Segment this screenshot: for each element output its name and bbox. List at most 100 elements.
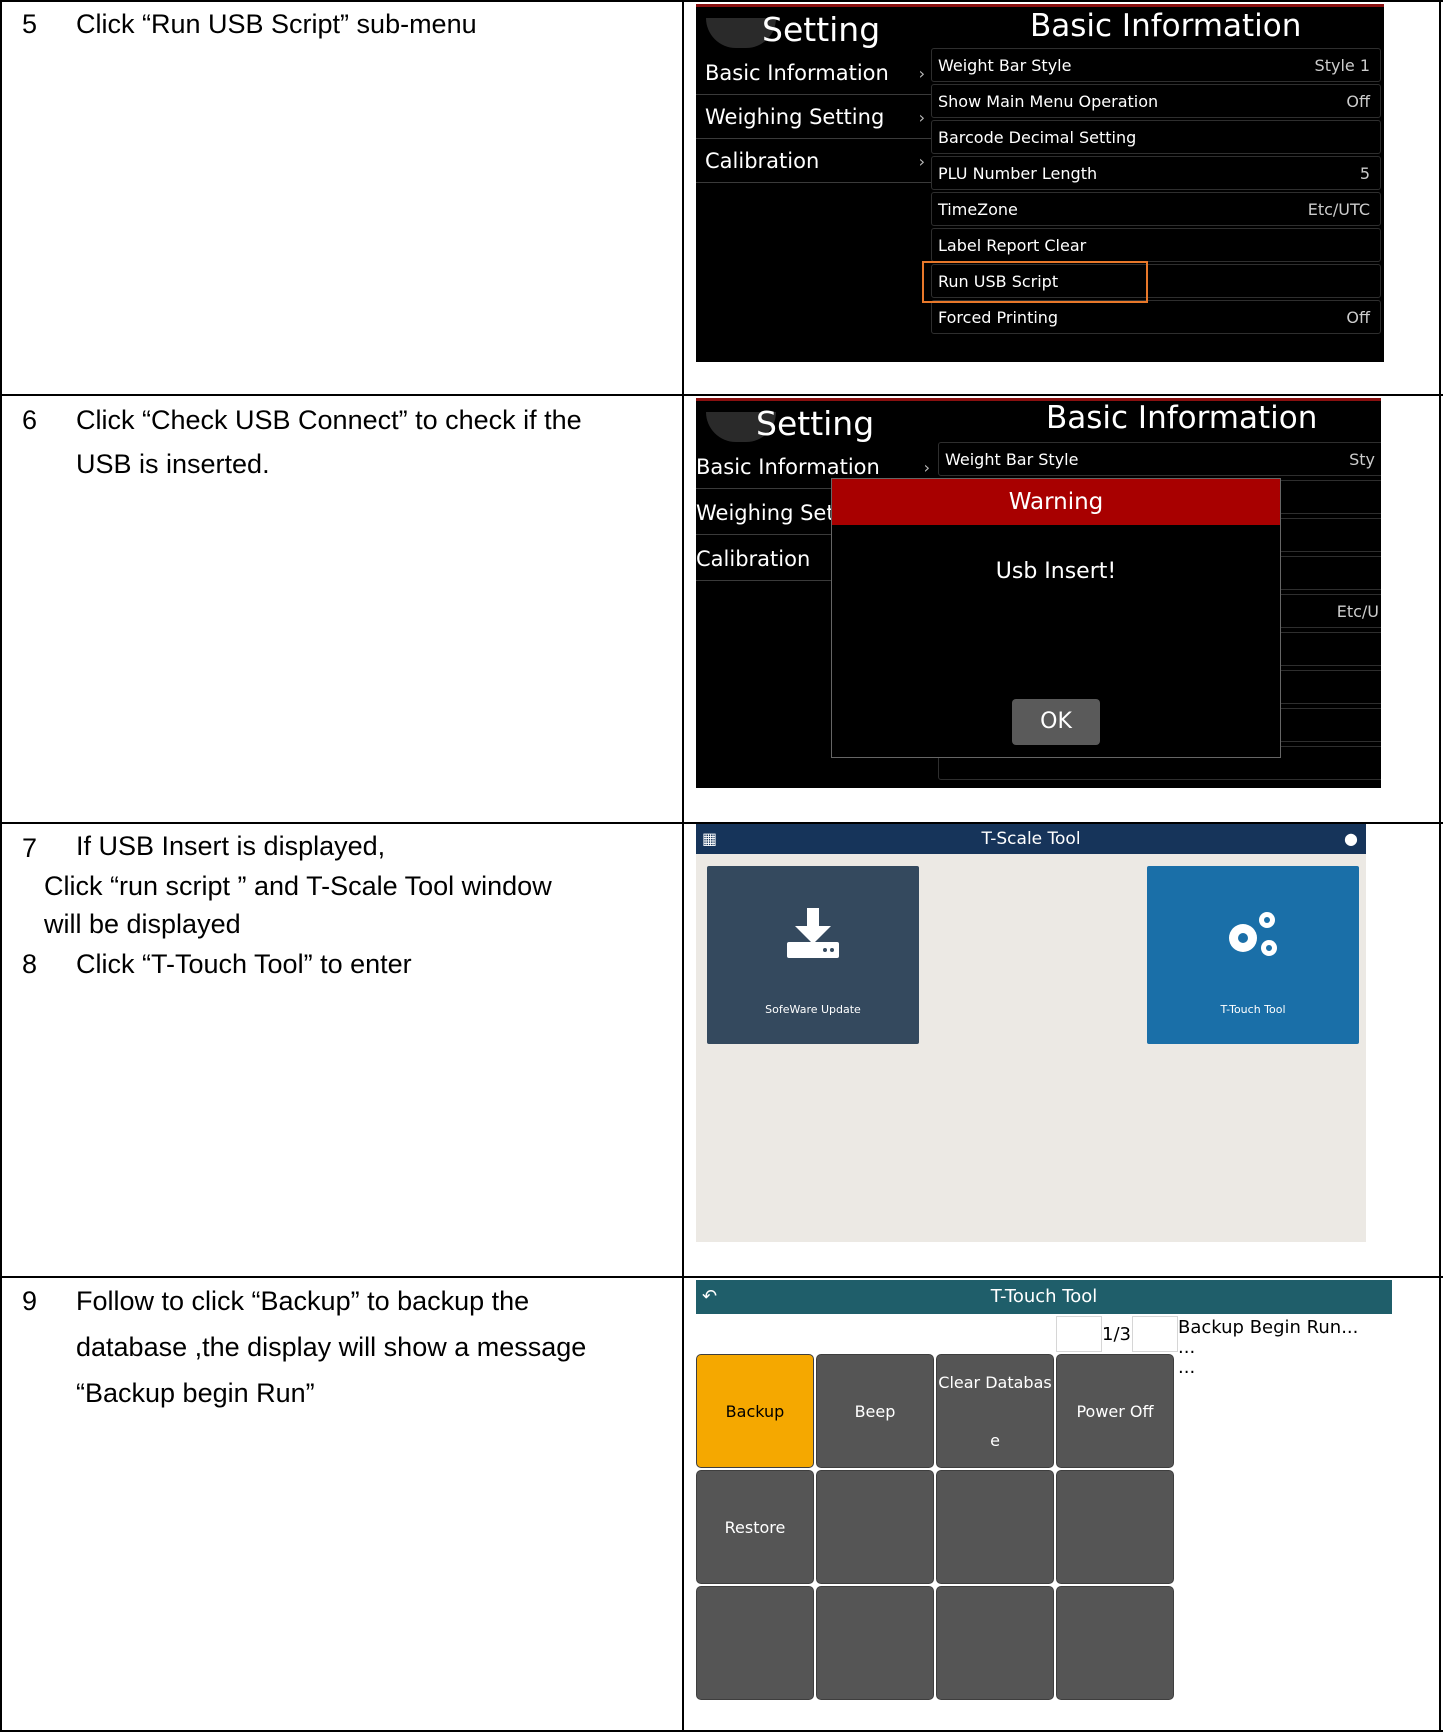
setting-row-label-report-clear[interactable]: Label Report Clear <box>931 228 1381 262</box>
row-value: 5 <box>1359 164 1370 183</box>
menu-item-basic-information[interactable]: Basic Information › <box>696 52 931 95</box>
setting-row-weight-bar-style[interactable]: Weight Bar Style Sty <box>938 442 1381 476</box>
row-value: Style 1 <box>1314 56 1370 75</box>
setting-row-weight-bar-style[interactable]: Weight Bar Style Style 1 <box>931 48 1381 82</box>
panel-title: Basic Information <box>1046 400 1318 436</box>
t-touch-tool-tile[interactable]: T-Touch Tool <box>1147 866 1359 1044</box>
restore-button[interactable]: Restore <box>696 1470 814 1584</box>
clear-database-button[interactable]: Clear Databas e <box>936 1354 1054 1468</box>
setting-row-timezone[interactable]: TimeZone Etc/UTC <box>931 192 1381 226</box>
tile-label: T-Touch Tool <box>1220 1003 1286 1016</box>
row-value: Off <box>1346 92 1370 111</box>
step-number: 8 <box>22 949 38 979</box>
step-number: 9 <box>22 1286 38 1316</box>
ok-button[interactable]: OK <box>1012 699 1100 745</box>
menu-item-label: Basic Information <box>705 61 889 85</box>
row-label: Forced Printing <box>938 308 1059 327</box>
button-label: Beep <box>854 1402 896 1421</box>
menu-item-label: Calibration <box>696 547 811 571</box>
chevron-right-icon: › <box>918 152 925 171</box>
warning-dialog: Warning Usb Insert! OK <box>831 478 1281 758</box>
log-line: ... <box>1178 1357 1196 1378</box>
empty-button[interactable] <box>696 1586 814 1700</box>
software-update-tile[interactable]: SofeWare Update <box>707 866 919 1044</box>
log-line: Backup Begin Run... <box>1178 1317 1359 1338</box>
chat-icon[interactable]: ● <box>1344 824 1358 854</box>
highlight-box <box>922 261 1148 303</box>
step-text: USB is inserted. <box>76 449 270 479</box>
menu-item-calibration[interactable]: Calibration › <box>696 140 931 183</box>
t-scale-header: ▦ T-Scale Tool ● <box>696 824 1366 854</box>
empty-button[interactable] <box>1056 1586 1174 1700</box>
chevron-right-icon: › <box>918 108 925 127</box>
step-8: 8 Click “T-Touch Tool” to enter <box>22 942 670 986</box>
page-prev-box[interactable] <box>1056 1316 1102 1352</box>
t-touch-header: ↶ T-Touch Tool <box>696 1280 1392 1314</box>
top-accent-bar <box>696 4 1384 7</box>
setting-title: Setting <box>762 10 881 49</box>
setting-row-barcode-decimal-setting[interactable]: Barcode Decimal Setting <box>931 120 1381 154</box>
step-text: Click “Run USB Script” sub-menu <box>76 9 477 39</box>
panel-title: Basic Information <box>1030 8 1302 44</box>
menu-item-weighing-setting[interactable]: Weighing Setting › <box>696 96 931 139</box>
step-text: Click “run script ” and T-Scale Tool win… <box>44 871 552 901</box>
menu-item-label: Weighing Set <box>696 501 835 525</box>
button-label: Clear Databas <box>938 1373 1052 1392</box>
page-indicator: 1/3 <box>1102 1324 1131 1345</box>
row-value: Off <box>1346 308 1370 327</box>
setting-title: Setting <box>756 404 875 443</box>
t-touch-tool-screenshot: ↶ T-Touch Tool 1/3 Backup Begin Run... .… <box>696 1280 1392 1728</box>
row-value: Etc/U <box>1336 602 1379 621</box>
page-next-box[interactable] <box>1132 1316 1178 1352</box>
menu-item-label: Calibration <box>705 149 820 173</box>
setting-row-plu-number-length[interactable]: PLU Number Length 5 <box>931 156 1381 190</box>
window-title: T-Scale Tool <box>981 829 1081 849</box>
row-label: Barcode Decimal Setting <box>938 128 1137 147</box>
menu-item-label: Weighing Setting <box>705 105 885 129</box>
button-label: Restore <box>724 1518 786 1537</box>
row-value: Etc/UTC <box>1307 200 1370 219</box>
setting-row-show-main-menu-operation[interactable]: Show Main Menu Operation Off <box>931 84 1381 118</box>
setting-row-forced-printing[interactable]: Forced Printing Off <box>931 300 1381 334</box>
column-divider <box>682 0 684 1732</box>
dialog-message: Usb Insert! <box>995 559 1117 584</box>
download-icon <box>787 908 839 958</box>
calendar-icon[interactable]: ▦ <box>702 824 717 854</box>
row-label: Weight Bar Style <box>938 56 1072 75</box>
power-off-button[interactable]: Power Off <box>1056 1354 1174 1468</box>
tile-label: SofeWare Update <box>765 1003 861 1016</box>
step-text: Click “T-Touch Tool” to enter <box>76 949 412 979</box>
back-icon[interactable]: ↶ <box>702 1280 717 1314</box>
row-value: Sty <box>1349 450 1375 469</box>
chevron-right-icon: › <box>918 64 925 83</box>
row-divider <box>0 394 1443 396</box>
step-number: 6 <box>22 405 38 435</box>
empty-button[interactable] <box>936 1586 1054 1700</box>
t-scale-tool-screenshot: ▦ T-Scale Tool ● SofeWare Update T-Touch… <box>696 824 1366 1242</box>
beep-button[interactable]: Beep <box>816 1354 934 1468</box>
empty-button[interactable] <box>936 1470 1054 1584</box>
step-5: 5 Click “Run USB Script” sub-menu <box>22 2 670 46</box>
step-9: 9 Follow to click “Backup” to backup the… <box>22 1278 670 1416</box>
button-label: e <box>990 1431 1000 1450</box>
empty-button[interactable] <box>816 1586 934 1700</box>
log-line: ... <box>1178 1337 1196 1358</box>
step-7: 7 If USB Insert is displayed, Click “run… <box>22 826 670 942</box>
row-label: Weight Bar Style <box>945 450 1079 469</box>
row-label: PLU Number Length <box>938 164 1098 183</box>
dialog-title: Warning <box>832 479 1280 525</box>
step-6: 6 Click “Check USB Connect” to check if … <box>22 398 670 486</box>
empty-button[interactable] <box>1056 1470 1174 1584</box>
empty-button[interactable] <box>816 1470 934 1584</box>
step-number: 5 <box>22 9 38 39</box>
menu-item-label: Basic Information <box>696 455 880 479</box>
step-text: Click “Check USB Connect” to check if th… <box>76 405 582 435</box>
step-text: If USB Insert is displayed, <box>76 831 386 861</box>
step-text: will be displayed <box>44 909 241 939</box>
button-label: Power Off <box>1076 1402 1154 1421</box>
step-text: Follow to click “Backup” to backup the <box>76 1286 530 1316</box>
table-border-left <box>0 0 2 1732</box>
gears-icon <box>1229 912 1277 956</box>
window-title: T-Touch Tool <box>990 1286 1098 1307</box>
backup-button[interactable]: Backup <box>696 1354 814 1468</box>
